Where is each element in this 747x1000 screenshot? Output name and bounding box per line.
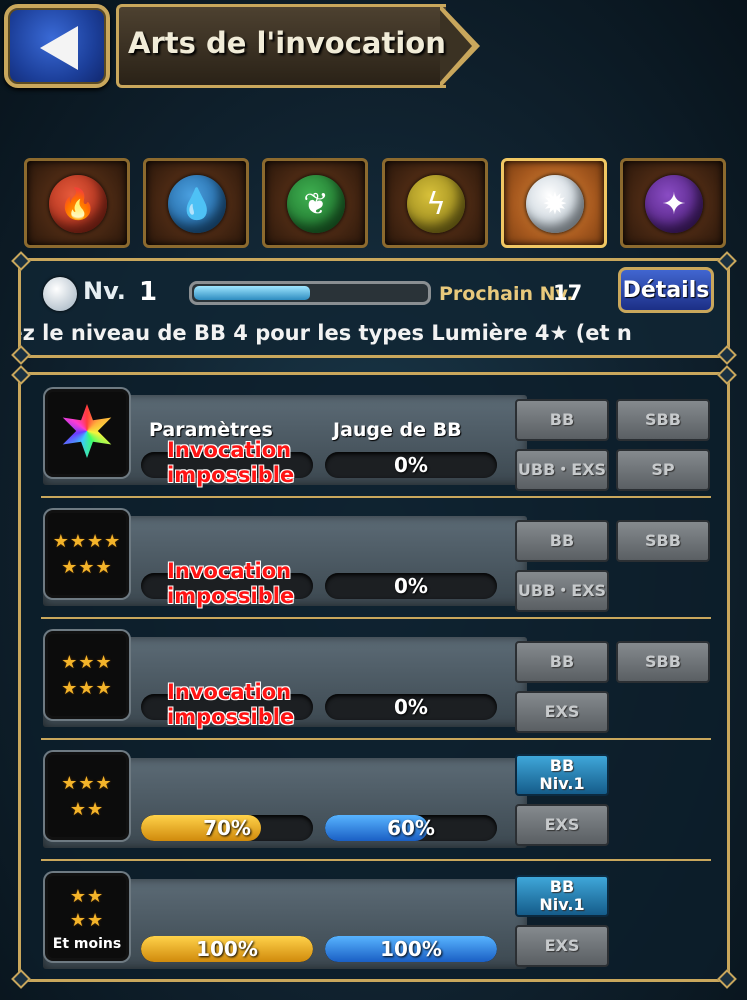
corner-ornament bbox=[717, 345, 737, 365]
rarity-row: ★★ ★★ Et moins 100% 100% BB Niv.1 EXS bbox=[21, 865, 727, 983]
params-gauge: 100% bbox=[141, 936, 313, 962]
ubb-exs-button[interactable]: UBB・EXS bbox=[515, 449, 609, 491]
row-divider bbox=[41, 496, 711, 498]
level-progress-bar bbox=[189, 281, 431, 305]
tab-fire[interactable]: 🔥 bbox=[24, 158, 130, 248]
rarity-stars: ★★★★ bbox=[52, 531, 122, 552]
corner-ornament bbox=[11, 251, 31, 271]
tab-dark[interactable]: ✦ bbox=[620, 158, 726, 248]
bb-gauge-column-header: Jauge de BB bbox=[333, 419, 462, 441]
bb-gauge: 100% bbox=[325, 936, 497, 962]
sbb-button[interactable]: SBB bbox=[616, 641, 710, 683]
rarity-row: ★★★★ ★★★ Invocation impossible 0% BB SBB UBB・E… bbox=[21, 502, 727, 620]
page-title: Arts de l'invocation bbox=[128, 26, 446, 60]
row-divider bbox=[41, 738, 711, 740]
level-value: 1 bbox=[139, 277, 158, 307]
tab-thunder[interactable]: ϟ bbox=[382, 158, 488, 248]
exs-button[interactable]: EXS bbox=[515, 691, 609, 733]
sbb-button[interactable]: SBB bbox=[616, 520, 710, 562]
tab-water[interactable]: 💧 bbox=[143, 158, 249, 248]
rarity-row: ★★★ ★★★ Invocation impossible 0% BB SBB EXS bbox=[21, 623, 727, 741]
level-progress-fill bbox=[194, 286, 310, 300]
tab-earth[interactable]: ❦ bbox=[262, 158, 368, 248]
level-description: Augmentez le niveau de BB 4 pour les typ… bbox=[21, 321, 727, 345]
next-level-value: 17 bbox=[553, 281, 583, 305]
ubb-exs-button[interactable]: UBB・EXS bbox=[515, 570, 609, 612]
level-panel: Nv. 1 Prochain Nv. 17 Détails Augmentez … bbox=[11, 251, 737, 365]
summon-impossible-label: Invocation impossible bbox=[167, 559, 295, 608]
bb-button[interactable]: BB bbox=[515, 399, 609, 441]
level-label: Nv. bbox=[83, 277, 126, 305]
exs-button[interactable]: EXS bbox=[515, 804, 609, 846]
corner-ornament bbox=[11, 345, 31, 365]
rarity-stars: ★★ bbox=[69, 910, 105, 931]
bb-button[interactable]: BB bbox=[515, 641, 609, 683]
bb-gauge-text: 60% bbox=[387, 816, 435, 840]
rarity-stars: ★★★ bbox=[61, 557, 113, 578]
bb-gauge: 0% bbox=[325, 452, 497, 478]
water-orb-icon: 💧 bbox=[168, 175, 226, 233]
rarity-row: ★★★ ★★ 70% 60% BB Niv.1 EXS bbox=[21, 744, 727, 862]
params-gauge: 70% bbox=[141, 815, 313, 841]
bb-gauge-text: 0% bbox=[394, 695, 428, 719]
exs-button[interactable]: EXS bbox=[515, 925, 609, 967]
bb-gauge: 0% bbox=[325, 694, 497, 720]
details-button[interactable]: Détails bbox=[618, 267, 714, 313]
level-description-text: Augmentez le niveau de BB 4 pour les typ… bbox=[21, 321, 632, 345]
rarity-stars: ★★★ bbox=[61, 652, 113, 673]
row-divider bbox=[41, 617, 711, 619]
bb-gauge-text: 0% bbox=[394, 574, 428, 598]
row-divider bbox=[41, 859, 711, 861]
dark-orb-icon: ✦ bbox=[645, 175, 703, 233]
rarity-stars: ★★ bbox=[69, 886, 105, 907]
header: Arts de l'invocation bbox=[0, 0, 747, 92]
bb-gauge-text: 0% bbox=[394, 453, 428, 477]
corner-ornament bbox=[717, 251, 737, 271]
rarity-stars: ★★★ bbox=[61, 773, 113, 794]
bb-niv-1-button[interactable]: BB Niv.1 bbox=[515, 754, 609, 796]
tab-light[interactable]: ✹ bbox=[501, 158, 607, 248]
thunder-orb-icon: ϟ bbox=[407, 175, 465, 233]
sbb-button[interactable]: SBB bbox=[616, 399, 710, 441]
light-element-icon bbox=[43, 277, 77, 311]
bb-button[interactable]: BB bbox=[515, 520, 609, 562]
bb-gauge: 0% bbox=[325, 573, 497, 599]
rarity-stars: ★★★ bbox=[61, 678, 113, 699]
fire-orb-icon: 🔥 bbox=[49, 175, 107, 233]
earth-orb-icon: ❦ bbox=[287, 175, 345, 233]
bb-niv-1-button[interactable]: BB Niv.1 bbox=[515, 875, 609, 917]
rarity-stars: ★★ bbox=[69, 799, 105, 820]
rarity-icon: ★★★ ★★ bbox=[45, 752, 129, 840]
summon-impossible-label: Invocation impossible bbox=[167, 680, 295, 729]
light-orb-icon: ✹ bbox=[526, 175, 584, 233]
omni-rarity-icon bbox=[62, 404, 112, 458]
params-gauge-text: 100% bbox=[196, 937, 258, 961]
rarity-row: Paramètres Jauge de BB Invocation impossib… bbox=[21, 381, 727, 499]
bb-gauge: 60% bbox=[325, 815, 497, 841]
params-gauge-text: 70% bbox=[203, 816, 251, 840]
rarity-icon bbox=[45, 389, 129, 477]
rarity-icon: ★★★ ★★★ bbox=[45, 631, 129, 719]
summon-impossible-label: Invocation impossible bbox=[167, 438, 295, 487]
back-arrow-icon bbox=[40, 26, 78, 70]
rarity-extra-label: Et moins bbox=[52, 936, 122, 952]
rarity-icon: ★★ ★★ Et moins bbox=[45, 873, 129, 961]
summon-arts-list: Paramètres Jauge de BB Invocation impossib… bbox=[11, 365, 737, 989]
back-button[interactable] bbox=[4, 4, 110, 88]
rarity-icon: ★★★★ ★★★ bbox=[45, 510, 129, 598]
sp-button[interactable]: SP bbox=[616, 449, 710, 491]
bb-gauge-text: 100% bbox=[380, 937, 442, 961]
